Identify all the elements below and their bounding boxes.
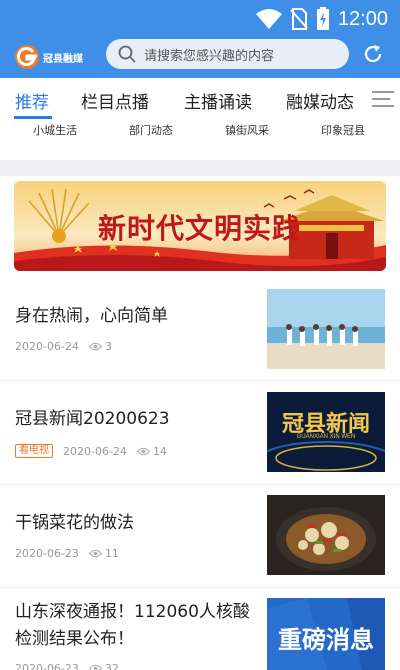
active-tab-indicator <box>14 116 52 119</box>
banner[interactable]: 新时代文明实践 <box>14 181 386 271</box>
thumbnail-subcaption: GUANXIAN XIN WEN <box>296 434 356 440</box>
news-thumbnail <box>267 289 385 369</box>
tab-recommend[interactable]: 推荐 <box>15 88 49 113</box>
wifi-icon <box>255 9 282 29</box>
thumbnail-caption: 重磅消息 <box>278 626 374 654</box>
news-meta: 2020-06-23 11 <box>15 547 119 560</box>
news-tag-tv: 看电视 <box>15 444 53 458</box>
logo-text: 冠县融媒 <box>43 53 83 65</box>
section-divider <box>0 160 400 176</box>
tab-media-news[interactable]: 融媒动态 <box>286 88 354 113</box>
more-channels-icon[interactable] <box>372 90 394 108</box>
status-clock: 12:00 <box>337 7 388 30</box>
subnav-item-towns[interactable]: 镇街风采 <box>225 122 269 138</box>
news-date: 2020-06-24 <box>63 444 127 458</box>
top-bar: 12:00 冠县融媒 请搜索您感兴趣的内容 <box>0 0 400 78</box>
subnav-item-impressions[interactable]: 印象冠县 <box>321 122 365 138</box>
news-date: 2020-06-24 <box>15 340 79 353</box>
views-eye-icon <box>88 664 102 670</box>
news-title: 干锅菜花的做法 <box>15 513 134 533</box>
news-views: 14 <box>152 444 167 458</box>
news-title: 身在热闹，心向简单 <box>15 306 168 326</box>
views-eye-icon <box>88 549 102 558</box>
news-date: 2020-06-23 <box>15 662 79 670</box>
views-eye-icon <box>88 342 102 351</box>
search-icon <box>118 45 136 63</box>
battery-charging-icon <box>316 7 329 30</box>
news-thumbnail <box>267 495 385 575</box>
status-icons: 12:00 <box>255 6 388 32</box>
news-views: 11 <box>104 547 119 560</box>
subnav-item-city-life[interactable]: 小城生活 <box>33 122 77 138</box>
news-item[interactable]: 干锅菜花的做法 2020-06-23 11 <box>0 485 400 588</box>
app-bar: 冠县融媒 请搜索您感兴趣的内容 <box>0 38 400 78</box>
channel-tabs: 推荐 栏目点播 主播诵读 融媒动态 <box>0 78 400 120</box>
news-meta: 2020-06-23 32 <box>15 662 119 670</box>
news-meta: 看电视 2020-06-24 14 <box>15 444 167 458</box>
logo-mark-icon <box>12 42 42 72</box>
news-thumbnail: 冠县新闻 GUANXIAN XIN WEN <box>267 392 385 472</box>
news-meta: 2020-06-24 3 <box>15 340 112 353</box>
news-thumbnail: 重磅消息 <box>267 598 385 670</box>
tab-programs[interactable]: 栏目点播 <box>81 88 149 113</box>
news-item[interactable]: 冠县新闻20200623 看电视 2020-06-24 14 冠县新闻 GUAN… <box>0 381 400 485</box>
news-views: 32 <box>104 662 119 670</box>
news-date: 2020-06-23 <box>15 547 79 560</box>
no-sim-icon <box>290 8 308 30</box>
news-item[interactable]: 山东深夜通报！112060人核酸检测结果公布！ 2020-06-23 32 重磅… <box>0 588 400 670</box>
tab-anchor-reading[interactable]: 主播诵读 <box>184 88 252 113</box>
banner-title: 新时代文明实践 <box>98 212 302 245</box>
news-title: 山东深夜通报！112060人核酸检测结果公布！ <box>15 602 250 649</box>
app-logo: 冠县融媒 <box>12 42 94 72</box>
news-views: 3 <box>104 340 112 353</box>
search-placeholder: 请搜索您感兴趣的内容 <box>144 48 275 64</box>
status-bar: 12:00 <box>0 0 400 38</box>
search-bar[interactable]: 请搜索您感兴趣的内容 <box>106 39 349 69</box>
sub-nav: 小城生活 部门动态 镇街风采 印象冠县 <box>0 120 400 160</box>
news-title: 冠县新闻20200623 <box>15 409 170 429</box>
subnav-item-departments[interactable]: 部门动态 <box>129 122 173 138</box>
views-eye-icon <box>136 447 150 455</box>
news-item[interactable]: 身在热闹，心向简单 2020-06-24 3 <box>0 276 400 381</box>
refresh-icon[interactable] <box>362 43 384 65</box>
